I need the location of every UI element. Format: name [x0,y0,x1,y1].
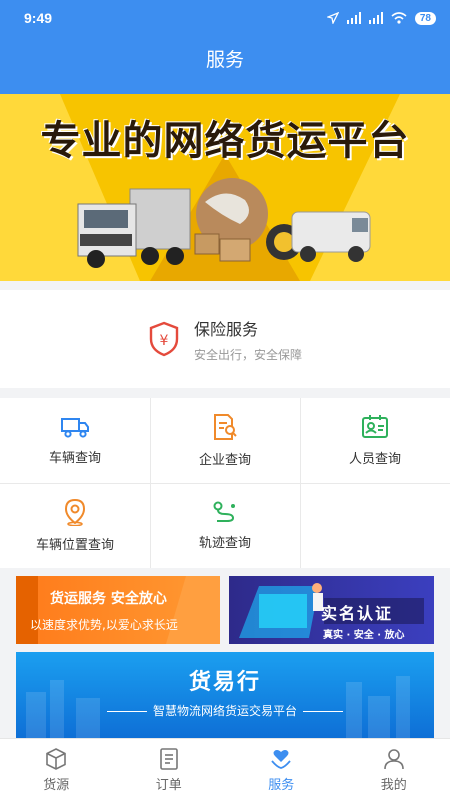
promo-left-subtitle: 以速度求优势,以爱心求长远 [30,618,178,632]
trade-platform-banner[interactable]: 货易行 智慧物流网络货运交易平台 [16,652,434,738]
top-bar: 9:49 78 服务 [0,0,450,94]
trade-title: 货易行 [188,670,261,695]
box-icon [46,747,67,770]
signal-icon [346,12,361,24]
route-icon [213,501,235,522]
grid-item-label: 车辆位置查询 [35,538,114,553]
grid-item-vehicle-location-query[interactable]: 车辆位置查询 [0,483,150,568]
document-icon [159,747,178,770]
trade-subtitle: 智慧物流网络货运交易平台 [16,702,434,719]
promo-freight-service[interactable]: 货运服务 安全放心 以速度求优势,以爱心求长远 [16,576,220,644]
page-title: 服务 [205,49,244,71]
promo-right-title: 实名认证 [321,604,394,623]
grid-item-track-query[interactable]: 轨迹查询 [150,483,300,568]
status-bar: 9:49 78 [0,0,450,36]
promo-left-title: 货运服务 安全放心 [50,591,167,607]
wifi-icon [391,12,407,24]
truck-icon [61,418,89,438]
battery-indicator: 78 [414,11,436,25]
status-icons: 78 [326,11,436,25]
document-search-icon [214,414,237,440]
insurance-subtitle: 安全出行，安全保障 [193,347,302,362]
grid-item-label: 人员查询 [348,452,401,467]
tab-label: 订单 [155,777,182,793]
insurance-service-card[interactable]: ¥ 保险服务 安全出行，安全保障 [0,290,450,388]
svg-text:¥: ¥ [160,333,169,349]
grid-item-personnel-query[interactable]: 人员查询 [300,398,450,483]
tab-mine[interactable]: 我的 [338,739,450,800]
banner-title: 专业的网络货运平台 [40,118,410,164]
signal-hd-icon [368,12,383,24]
grid-item-label: 轨迹查询 [198,536,251,551]
grid-item-vehicle-query[interactable]: 车辆查询 [0,398,150,483]
tab-label: 货源 [43,777,70,793]
promo-real-name-auth[interactable]: 实名认证 真实 · 安全 · 放心 [229,576,434,644]
status-time: 9:49 [24,10,53,26]
service-grid: 车辆查询 企业查询 人员查询 车辆位置查询 轨迹查询 [0,398,450,568]
shield-yuan-icon: ¥ [149,321,179,357]
grid-item-label: 企业查询 [198,453,251,468]
grid-item-label: 车辆查询 [48,451,101,466]
heart-hand-icon [271,749,291,769]
insurance-title: 保险服务 [193,319,258,339]
location-arrow-icon [326,12,339,24]
tab-label: 服务 [268,777,295,793]
bottom-tab-bar: 货源 订单 服务 我的 [0,738,450,800]
tab-orders[interactable]: 订单 [113,739,226,800]
tab-label: 我的 [380,777,407,793]
user-icon [383,748,404,769]
tab-goods-source[interactable]: 货源 [0,739,113,800]
promo-banner[interactable]: 专业的网络货运平台 [0,94,450,281]
promo-right-subtitle: 真实 · 安全 · 放心 [323,630,405,641]
id-card-icon [362,415,388,438]
promo-left-decoration [16,576,220,644]
insurance-text: 保险服务 安全出行，安全保障 [194,316,302,363]
tab-service[interactable]: 服务 [225,739,338,800]
location-pin-icon [64,498,86,526]
grid-item-company-query[interactable]: 企业查询 [150,398,300,483]
